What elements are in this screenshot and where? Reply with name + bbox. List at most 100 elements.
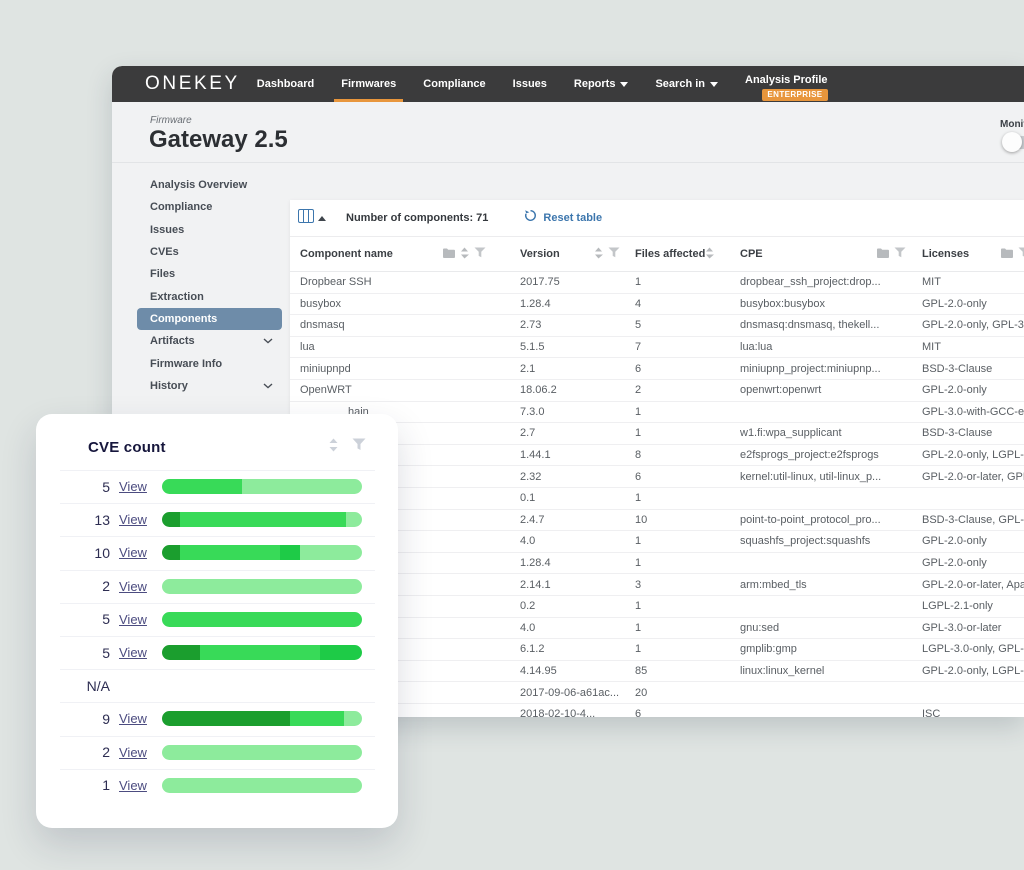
cell-cpe: dropbear_ssh_project:drop... <box>730 276 912 288</box>
column-header-version[interactable]: Version <box>510 247 625 262</box>
filter-icon[interactable] <box>608 247 620 261</box>
filter-icon[interactable] <box>352 438 366 456</box>
cell-version: 6.1.2 <box>510 643 625 655</box>
table-row[interactable]: 2.326kernel:util-linux, util-linux_p...G… <box>290 466 1024 488</box>
cell-cpe: dnsmasq:dnsmasq, thekell... <box>730 319 912 331</box>
sidebar-item-label: Compliance <box>150 201 212 213</box>
table-row[interactable]: 2017-09-06-a61ac...20 <box>290 682 1024 704</box>
sidebar-item-components[interactable]: Components <box>137 308 282 330</box>
nav-item-dashboard[interactable]: Dashboard <box>257 66 314 102</box>
view-link[interactable]: View <box>119 479 155 494</box>
cell-version: 2.7 <box>510 427 625 439</box>
sidebar-item-cves[interactable]: CVEs <box>137 241 282 263</box>
cve-row: 5View <box>36 470 398 503</box>
table-row[interactable]: busybox1.28.44busybox:busyboxGPL-2.0-onl… <box>290 294 1024 316</box>
sort-icon[interactable] <box>328 438 339 457</box>
cell-licenses: LGPL-3.0-only, GPL-2.0-onl... <box>912 643 1024 655</box>
cell-version: 0.1 <box>510 492 625 504</box>
sidebar-item-artifacts[interactable]: Artifacts <box>137 330 282 352</box>
cell-name: OpenWRT <box>290 384 510 396</box>
folder-icon[interactable] <box>877 248 889 261</box>
sidebar-item-label: Extraction <box>150 291 204 303</box>
cell-cpe: linux:linux_kernel <box>730 665 912 677</box>
view-link[interactable]: View <box>119 545 155 560</box>
table-row[interactable]: 4.14.9585linux:linux_kernelGPL-2.0-only,… <box>290 661 1024 683</box>
cell-cpe: arm:mbed_tls <box>730 579 912 591</box>
monitor-toggle[interactable] <box>1004 136 1024 149</box>
table-toolbar: Number of components: 71 Reset table <box>290 200 1024 237</box>
cell-cpe: gnu:sed <box>730 622 912 634</box>
column-settings-button[interactable] <box>298 209 326 228</box>
view-link[interactable]: View <box>119 645 155 660</box>
cve-panel-header: CVE count <box>36 414 398 470</box>
table-row[interactable]: dnsmasq2.735dnsmasq:dnsmasq, thekell...G… <box>290 315 1024 337</box>
column-header-cpe[interactable]: CPE <box>730 247 912 261</box>
table-row[interactable]: 1.28.41GPL-2.0-only <box>290 553 1024 575</box>
table-row[interactable]: OpenWRT18.06.22openwrt:openwrtGPL-2.0-on… <box>290 380 1024 402</box>
bar-segment-mid <box>180 545 280 560</box>
nav-item-label: Analysis Profile <box>745 74 828 86</box>
table-row[interactable]: 0.11 <box>290 488 1024 510</box>
table-row[interactable]: 2.4.710point-to-point_protocol_pro...BSD… <box>290 510 1024 532</box>
table-row[interactable]: 2018-02-10-4...6ISC <box>290 704 1024 717</box>
view-link[interactable]: View <box>119 711 155 726</box>
table-row[interactable]: 2.14.13arm:mbed_tlsGPL-2.0-or-later, Apa… <box>290 574 1024 596</box>
sidebar-item-files[interactable]: Files <box>137 263 282 285</box>
column-header-files-affected[interactable]: Files affected <box>625 247 730 262</box>
nav-item-issues[interactable]: Issues <box>513 66 547 102</box>
table-row[interactable]: 4.01gnu:sedGPL-3.0-or-later <box>290 618 1024 640</box>
sort-icon[interactable] <box>594 247 603 262</box>
folder-icon[interactable] <box>443 248 455 261</box>
sidebar-item-history[interactable]: History <box>137 375 282 397</box>
cell-files-affected: 1 <box>625 622 730 634</box>
cell-licenses: GPL-3.0-or-later <box>912 622 1024 634</box>
column-header-component-name[interactable]: Component name <box>290 247 510 262</box>
table-row[interactable]: 6.1.21gmplib:gmpLGPL-3.0-only, GPL-2.0-o… <box>290 639 1024 661</box>
sidebar-item-extraction[interactable]: Extraction <box>137 285 282 307</box>
table-row[interactable]: 2.71w1.fi:wpa_supplicantBSD-3-Clause <box>290 423 1024 445</box>
cell-licenses: GPL-2.0-only, LGPL-2.1, LG... <box>912 665 1024 677</box>
nav-item-reports[interactable]: Reports <box>574 66 629 102</box>
column-header-licenses[interactable]: Licenses <box>912 247 1024 261</box>
nav-item-firmwares[interactable]: Firmwares <box>341 66 396 102</box>
sidebar-item-firmware-info[interactable]: Firmware Info <box>137 352 282 374</box>
view-link[interactable]: View <box>119 612 155 627</box>
nav-item-analysis-profile[interactable]: Analysis ProfileENTERPRISE <box>745 66 828 102</box>
view-link[interactable]: View <box>119 745 155 760</box>
reset-table-button[interactable]: Reset table <box>524 209 602 227</box>
view-link[interactable]: View <box>119 778 155 793</box>
cell-cpe: gmplib:gmp <box>730 643 912 655</box>
nav-menu: Dashboard Firmwares Compliance Issues Report… <box>257 66 828 102</box>
filter-icon[interactable] <box>474 247 486 261</box>
sidebar-item-analysis-overview[interactable]: Analysis Overview <box>137 174 282 196</box>
cell-version: 4.0 <box>510 535 625 547</box>
table-row[interactable]: lua5.1.57lua:luaMIT <box>290 337 1024 359</box>
table-row[interactable]: hain7.3.01GPL-3.0-with-GCC-exception <box>290 402 1024 424</box>
folder-icon[interactable] <box>1001 248 1013 261</box>
cve-severity-bar <box>162 745 362 760</box>
cve-severity-bar <box>162 479 362 494</box>
table-row[interactable]: 0.21LGPL-2.1-only <box>290 596 1024 618</box>
nav-item-compliance[interactable]: Compliance <box>423 66 485 102</box>
table-row[interactable]: Dropbear SSH2017.751dropbear_ssh_project… <box>290 272 1024 294</box>
sort-icon[interactable] <box>705 247 714 262</box>
cell-cpe: lua:lua <box>730 341 912 353</box>
cve-count-value: 5 <box>36 611 110 627</box>
sidebar-item-compliance[interactable]: Compliance <box>137 196 282 218</box>
cell-version: 2.14.1 <box>510 579 625 591</box>
view-link[interactable]: View <box>119 512 155 527</box>
table-row[interactable]: 4.01squashfs_project:squashfsGPL-2.0-onl… <box>290 531 1024 553</box>
sort-icon[interactable] <box>460 247 469 262</box>
view-link[interactable]: View <box>119 579 155 594</box>
nav-item-search-in[interactable]: Search in <box>655 66 718 102</box>
cell-licenses: MIT <box>912 341 1024 353</box>
table-row[interactable]: 1.44.18e2fsprogs_project:e2fsprogsGPL-2.… <box>290 445 1024 467</box>
sidebar-item-label: Artifacts <box>150 335 195 347</box>
column-header-label: Files affected <box>635 248 705 260</box>
sidebar-item-issues[interactable]: Issues <box>137 219 282 241</box>
bar-segment-light <box>346 512 362 527</box>
filter-icon[interactable] <box>894 247 906 261</box>
cell-licenses: BSD-3-Clause <box>912 363 1024 375</box>
table-row[interactable]: miniupnpd2.16miniupnp_project:miniupnp..… <box>290 358 1024 380</box>
filter-icon[interactable] <box>1018 247 1024 261</box>
